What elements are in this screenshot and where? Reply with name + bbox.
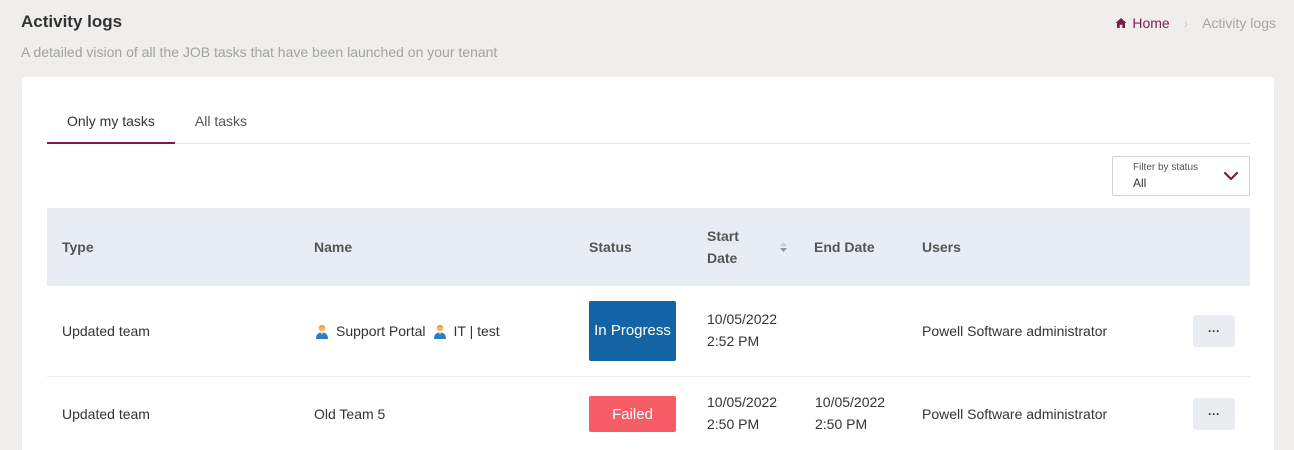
- row-type: Updated team: [62, 323, 150, 339]
- row-type: Updated team: [62, 406, 150, 422]
- column-header-type: Type: [62, 239, 94, 255]
- row-actions-button[interactable]: ···: [1193, 315, 1235, 347]
- end-date: 10/05/2022: [815, 394, 886, 410]
- table-header: Type Name Status Start Date End Date Use…: [47, 208, 1250, 286]
- more-icon: ···: [1208, 324, 1220, 338]
- person-emoji-icon: [433, 324, 446, 339]
- breadcrumb-home-label: Home: [1132, 15, 1170, 31]
- filter-label: Filter by status: [1133, 162, 1199, 173]
- row-start-date: 10/05/2022 2:52 PM: [707, 308, 777, 352]
- end-time: 2:50 PM: [815, 416, 868, 432]
- status-filter-select[interactable]: Filter by status All: [1112, 156, 1250, 196]
- page-header: Activity logs A detailed vision of all t…: [0, 0, 1294, 76]
- home-icon: [1115, 18, 1127, 28]
- row-status: Failed: [589, 396, 676, 432]
- table-row: Updated team Old Team 5 Failed 10/05/202…: [47, 377, 1250, 450]
- team-name-text: Support Portal: [336, 323, 426, 339]
- column-header-start-date-label: Start Date: [707, 228, 739, 266]
- column-header-start-date[interactable]: Start Date: [707, 208, 788, 286]
- table-row: Updated team Support Portal IT | test In…: [47, 286, 1250, 377]
- row-name: Old Team 5: [314, 406, 386, 422]
- start-date: 10/05/2022: [707, 311, 778, 327]
- page-title: Activity logs: [21, 12, 123, 31]
- start-time: 2:50 PM: [707, 416, 760, 432]
- status-badge-in-progress: In Progress: [589, 301, 676, 361]
- filter-value: All: [1133, 176, 1147, 190]
- breadcrumb: Home › Activity logs: [1115, 15, 1276, 31]
- sort-icon[interactable]: [779, 241, 788, 253]
- chevron-down-icon: [1223, 171, 1239, 181]
- row-status: In Progress: [589, 301, 676, 361]
- breadcrumb-home-link[interactable]: Home: [1115, 15, 1170, 31]
- column-header-status: Status: [589, 239, 632, 255]
- column-header-users: Users: [922, 239, 961, 255]
- row-end-date: 10/05/2022 2:50 PM: [815, 391, 885, 435]
- tab-only-my-tasks[interactable]: Only my tasks: [47, 99, 175, 144]
- tabs: Only my tasks All tasks: [47, 99, 1250, 144]
- breadcrumb-separator: ›: [1183, 15, 1189, 31]
- row-actions-button[interactable]: ···: [1193, 398, 1235, 430]
- team-name-segment: Support Portal: [314, 323, 426, 339]
- row-name: Support Portal IT | test: [314, 286, 500, 376]
- column-header-name: Name: [314, 239, 353, 255]
- start-time: 2:52 PM: [707, 333, 760, 349]
- tab-all-tasks[interactable]: All tasks: [175, 99, 267, 144]
- status-badge-failed: Failed: [589, 396, 676, 432]
- row-start-date: 10/05/2022 2:50 PM: [707, 391, 777, 435]
- row-users: Powell Software administrator: [922, 406, 1108, 422]
- start-date: 10/05/2022: [707, 394, 778, 410]
- more-icon: ···: [1208, 407, 1220, 421]
- team-name-segment: IT | test: [432, 323, 500, 339]
- row-users: Powell Software administrator: [922, 323, 1108, 339]
- team-name-text: IT | test: [453, 323, 500, 339]
- page-subtitle: A detailed vision of all the JOB tasks t…: [21, 44, 498, 60]
- person-emoji-icon: [316, 324, 328, 339]
- activity-table: Type Name Status Start Date End Date Use…: [47, 208, 1250, 450]
- column-header-end-date: End Date: [814, 239, 875, 255]
- breadcrumb-current: Activity logs: [1202, 15, 1276, 31]
- activity-card: Only my tasks All tasks Filter by status…: [22, 77, 1274, 450]
